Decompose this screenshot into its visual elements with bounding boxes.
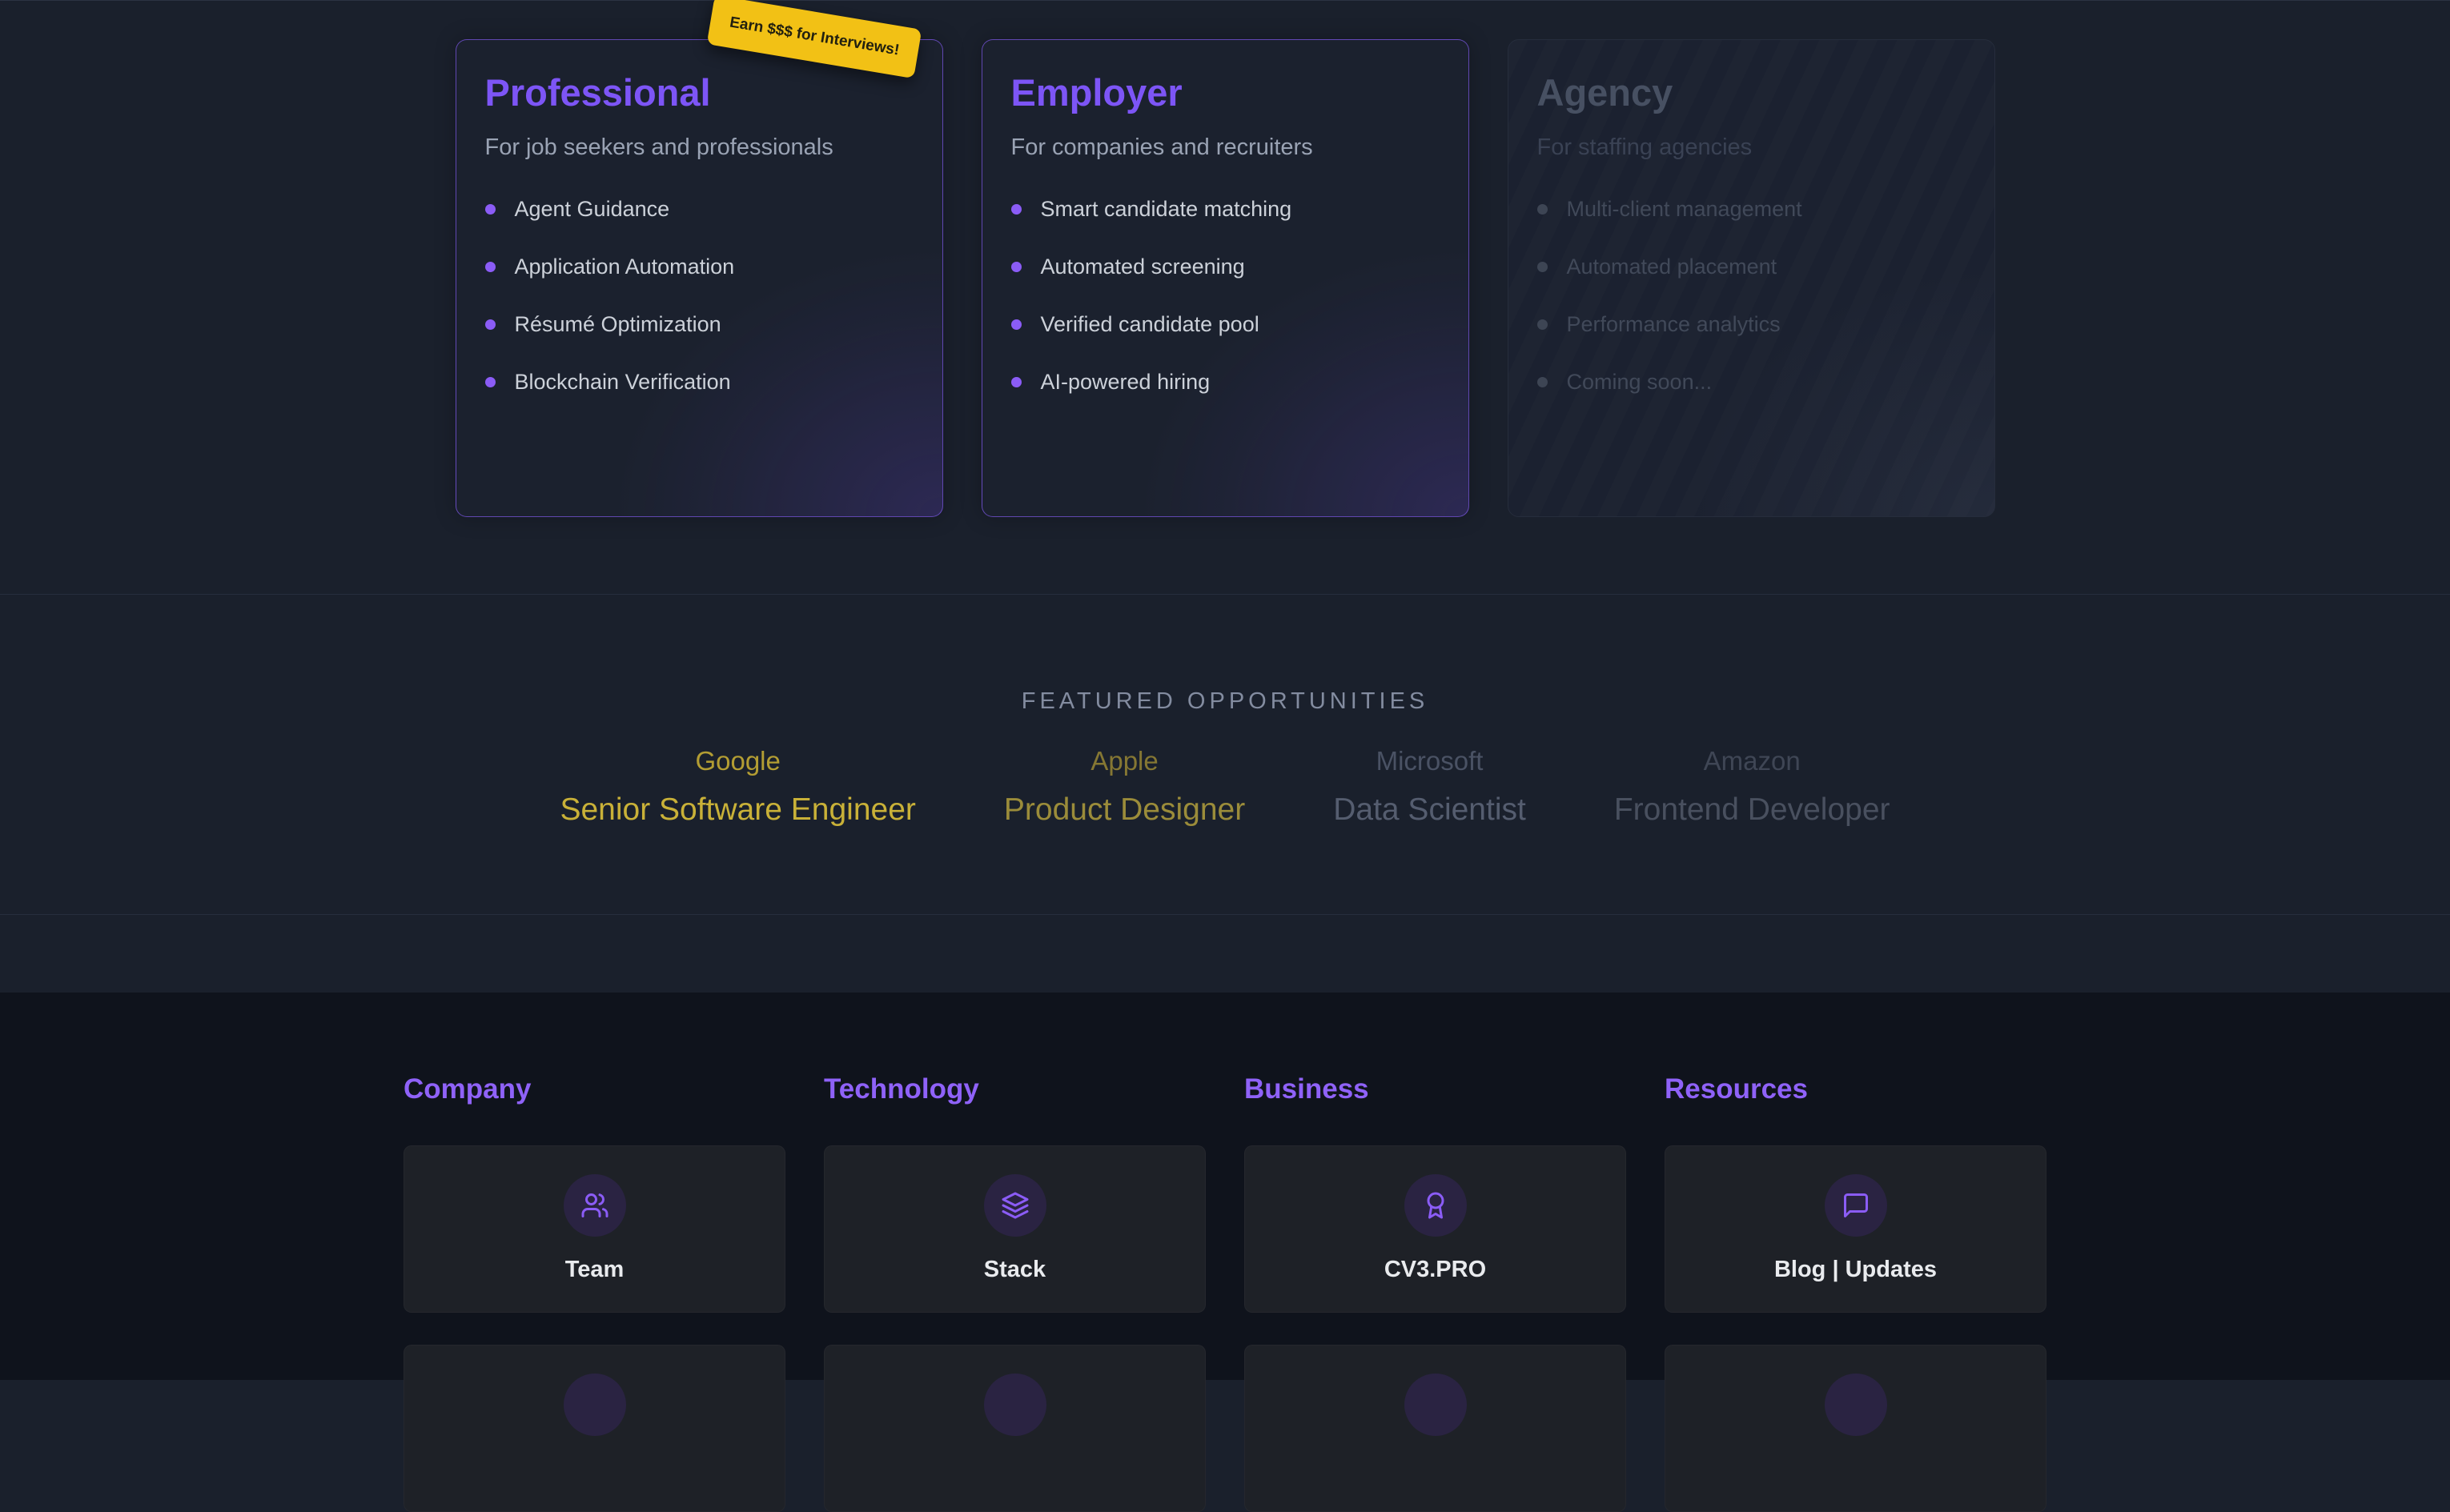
message-icon xyxy=(1825,1174,1887,1237)
footer-heading: Resources xyxy=(1665,1075,2046,1103)
plan-feature-label: Smart candidate matching xyxy=(1041,199,1292,220)
featured-heading: FEATURED OPPORTUNITIES xyxy=(0,690,2450,713)
job-role: Senior Software Engineer xyxy=(560,794,915,825)
bullet-icon xyxy=(485,377,496,387)
bullet-icon xyxy=(485,319,496,330)
plan-feature: Coming soon... xyxy=(1537,371,1966,393)
footer-card-stack[interactable]: Stack xyxy=(824,1145,1206,1313)
footer-col-business: Business CV3.PRO xyxy=(1244,1075,1626,1512)
footer-card-label: Team xyxy=(565,1258,625,1281)
plan-subtitle: For job seekers and professionals xyxy=(485,136,914,159)
plan-feature-label: Blockchain Verification xyxy=(515,371,731,393)
plan-feature-label: AI-powered hiring xyxy=(1041,371,1211,393)
featured-section: FEATURED OPPORTUNITIES Google Senior Sof… xyxy=(0,595,2450,915)
footer-card-label: Stack xyxy=(984,1258,1046,1281)
plan-feature-label: Résumé Optimization xyxy=(515,314,721,335)
bullet-icon xyxy=(485,262,496,272)
bullet-icon xyxy=(1537,319,1548,330)
plan-feature-label: Agent Guidance xyxy=(515,199,670,220)
plan-feature: Smart candidate matching xyxy=(1011,199,1440,220)
job-role: Product Designer xyxy=(1004,794,1245,825)
plan-feature: Performance analytics xyxy=(1537,314,1966,335)
users-icon xyxy=(564,1174,626,1237)
spacer-band xyxy=(0,915,2450,993)
footer-heading: Company xyxy=(404,1075,785,1103)
plan-feature: Automated screening xyxy=(1011,256,1440,278)
plan-feature-list: Multi-client management Automated placem… xyxy=(1537,199,1966,393)
bullet-icon xyxy=(1011,262,1022,272)
job-item-apple[interactable]: Apple Product Designer xyxy=(1004,748,1245,825)
job-role: Data Scientist xyxy=(1333,794,1526,825)
plan-feature: Blockchain Verification xyxy=(485,371,914,393)
bullet-icon xyxy=(485,204,496,215)
plan-feature: Résumé Optimization xyxy=(485,314,914,335)
plan-feature: Application Automation xyxy=(485,256,914,278)
plan-feature-label: Application Automation xyxy=(515,256,735,278)
footer-card-partial[interactable] xyxy=(404,1345,785,1512)
plans-section: Earn $$$ for Interviews! Professional Fo… xyxy=(0,0,2450,595)
plan-feature-label: Automated screening xyxy=(1041,256,1245,278)
footer-card-blog[interactable]: Blog | Updates xyxy=(1665,1145,2046,1313)
plan-feature: AI-powered hiring xyxy=(1011,371,1440,393)
plan-feature: Verified candidate pool xyxy=(1011,314,1440,335)
footer: Company Team Technology Stack xyxy=(0,993,2450,1380)
plan-feature-label: Verified candidate pool xyxy=(1041,314,1259,335)
plan-feature-label: Automated placement xyxy=(1567,256,1777,278)
plan-subtitle: For staffing agencies xyxy=(1537,136,1966,159)
footer-card-cv3pro[interactable]: CV3.PRO xyxy=(1244,1145,1626,1313)
bullet-icon xyxy=(1537,204,1548,215)
job-item-microsoft[interactable]: Microsoft Data Scientist xyxy=(1333,748,1526,825)
bullet-icon xyxy=(1011,204,1022,215)
featured-jobs-row: Google Senior Software Engineer Apple Pr… xyxy=(0,748,2450,825)
award-icon xyxy=(1404,1174,1467,1237)
plan-feature-label: Multi-client management xyxy=(1567,199,1802,220)
job-company: Microsoft xyxy=(1333,748,1526,774)
plan-card-agency: Agency For staffing agencies Multi-clien… xyxy=(1508,39,1995,517)
job-company: Apple xyxy=(1004,748,1245,774)
footer-col-resources: Resources Blog | Updates xyxy=(1665,1075,2046,1512)
job-company: Google xyxy=(560,748,915,774)
icon-circle xyxy=(1825,1374,1887,1436)
plan-feature-label: Coming soon... xyxy=(1567,371,1713,393)
footer-heading: Business xyxy=(1244,1075,1626,1103)
plan-title: Agency xyxy=(1537,74,1966,111)
plan-feature: Agent Guidance xyxy=(485,199,914,220)
footer-card-partial[interactable] xyxy=(824,1345,1206,1512)
footer-columns: Company Team Technology Stack xyxy=(0,1075,2450,1512)
plan-title: Employer xyxy=(1011,74,1440,111)
plan-feature: Multi-client management xyxy=(1537,199,1966,220)
footer-card-partial[interactable] xyxy=(1665,1345,2046,1512)
layers-icon xyxy=(984,1174,1046,1237)
plan-card-employer[interactable]: Employer For companies and recruiters Sm… xyxy=(982,39,1469,517)
job-item-google[interactable]: Google Senior Software Engineer xyxy=(560,748,915,825)
footer-heading: Technology xyxy=(824,1075,1206,1103)
job-item-amazon[interactable]: Amazon Frontend Developer xyxy=(1614,748,1890,825)
bullet-icon xyxy=(1011,319,1022,330)
plans-row: Professional For job seekers and profess… xyxy=(0,39,2450,517)
plan-feature-label: Performance analytics xyxy=(1567,314,1781,335)
plan-feature: Automated placement xyxy=(1537,256,1966,278)
footer-card-label: Blog | Updates xyxy=(1774,1258,1937,1281)
icon-circle xyxy=(564,1374,626,1436)
footer-card-partial[interactable] xyxy=(1244,1345,1626,1512)
bullet-icon xyxy=(1011,377,1022,387)
footer-card-team[interactable]: Team xyxy=(404,1145,785,1313)
bullet-icon xyxy=(1537,377,1548,387)
bullet-icon xyxy=(1537,262,1548,272)
icon-circle xyxy=(1404,1374,1467,1436)
footer-col-company: Company Team xyxy=(404,1075,785,1512)
icon-circle xyxy=(984,1374,1046,1436)
plan-card-professional[interactable]: Professional For job seekers and profess… xyxy=(456,39,943,517)
footer-col-technology: Technology Stack xyxy=(824,1075,1206,1512)
job-company: Amazon xyxy=(1614,748,1890,774)
plan-title: Professional xyxy=(485,74,914,111)
plan-feature-list: Smart candidate matching Automated scree… xyxy=(1011,199,1440,393)
plan-subtitle: For companies and recruiters xyxy=(1011,136,1440,159)
plan-feature-list: Agent Guidance Application Automation Ré… xyxy=(485,199,914,393)
footer-card-label: CV3.PRO xyxy=(1384,1258,1486,1281)
job-role: Frontend Developer xyxy=(1614,794,1890,825)
